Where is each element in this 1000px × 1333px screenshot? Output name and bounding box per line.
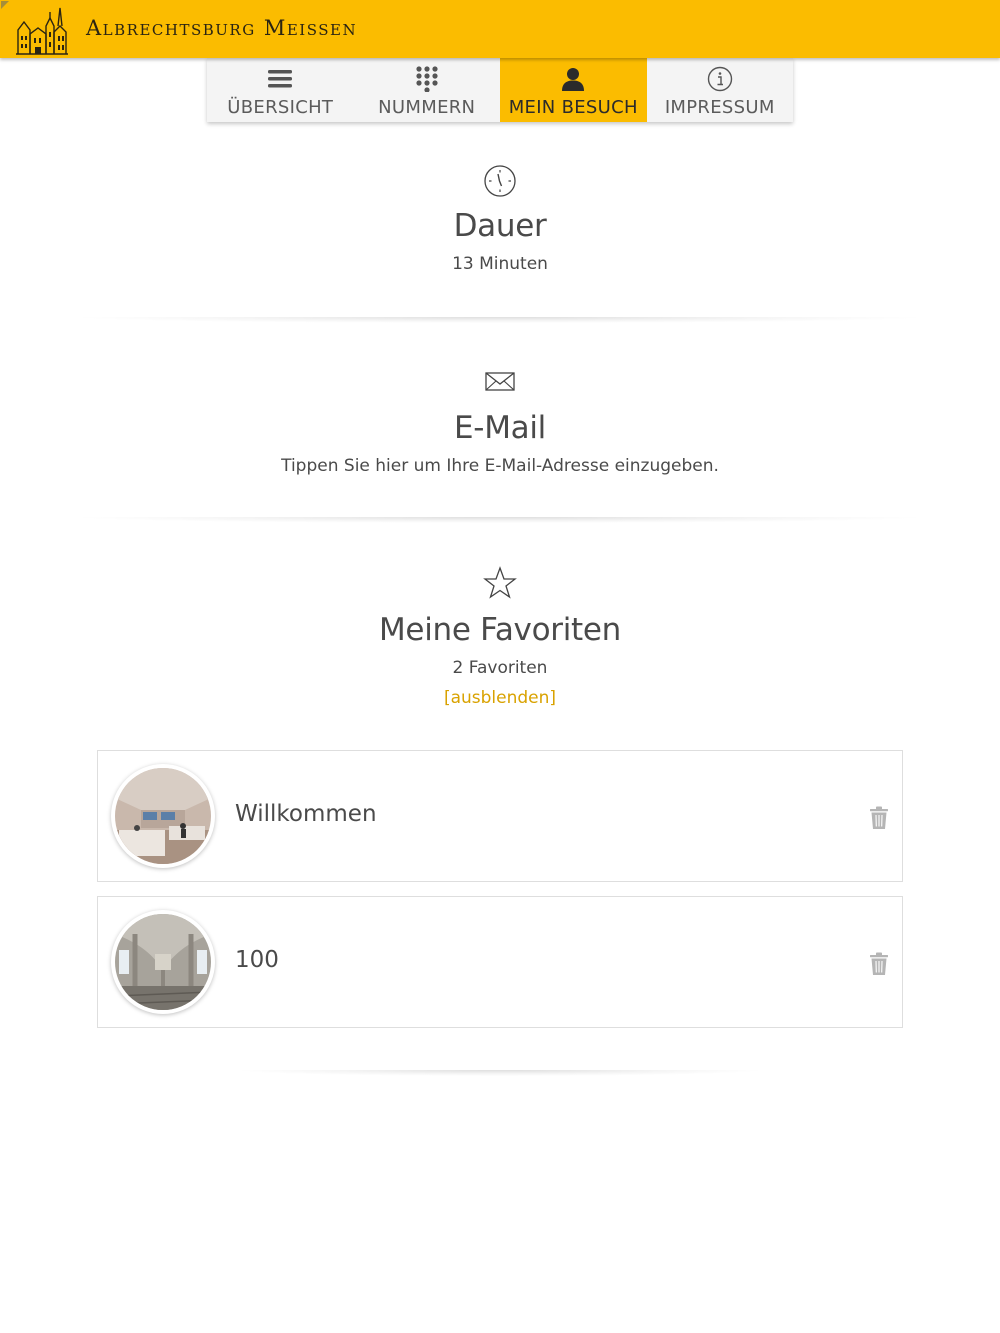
tab-label: NUMMERN	[378, 97, 476, 118]
person-icon	[562, 68, 585, 91]
clock-icon	[484, 165, 516, 197]
email-title: E-Mail	[454, 410, 546, 446]
reception-room-photo	[115, 768, 211, 864]
section-divider	[80, 517, 920, 523]
favorite-label: Willkommen	[235, 801, 377, 827]
tab-label: ÜBERSICHT	[227, 97, 334, 118]
favorite-item[interactable]: 100	[97, 896, 903, 1028]
favorite-thumbnail	[111, 764, 215, 868]
hide-favorites-link[interactable]: [ausblenden]	[0, 686, 1000, 710]
corner-marker-icon	[1, 1, 9, 9]
trash-icon[interactable]	[869, 952, 889, 976]
email-section[interactable]: E-Mail Tippen Sie hier um Ihre E-Mail-Ad…	[0, 370, 1000, 478]
favorite-item[interactable]: Willkommen	[97, 750, 903, 882]
tab-label: IMPRESSUM	[664, 97, 775, 118]
tab-mein-besuch[interactable]: MEIN BESUCH	[500, 58, 647, 122]
tab-nummern[interactable]: NUMMERN	[354, 58, 501, 122]
menu-icon	[268, 70, 293, 88]
favorite-thumbnail	[111, 910, 215, 1014]
favorites-section: Meine Favoriten 2 Favoriten [ausblenden]	[0, 566, 1000, 710]
trash-icon[interactable]	[869, 806, 889, 830]
tab-uebersicht[interactable]: ÜBERSICHT	[207, 58, 354, 122]
app-header: Albrechtsburg Meissen	[0, 0, 1000, 58]
section-divider	[80, 317, 920, 323]
tab-impressum[interactable]: IMPRESSUM	[647, 58, 794, 122]
info-icon	[707, 66, 732, 92]
duration-value: 13 Minuten	[452, 254, 548, 274]
tab-label: MEIN BESUCH	[508, 97, 638, 118]
tab-bar: ÜBERSICHT NUMMERN MEIN BESUCH IMPRESSUM	[207, 58, 793, 122]
castle-logo-icon	[16, 7, 68, 55]
favorites-count: 2 Favoriten	[452, 658, 548, 678]
keypad-icon	[416, 66, 438, 92]
section-divider	[240, 1070, 760, 1076]
favorite-label: 100	[235, 947, 279, 973]
email-hint[interactable]: Tippen Sie hier um Ihre E-Mail-Adresse e…	[0, 454, 1000, 478]
favorites-title: Meine Favoriten	[378, 612, 622, 648]
app-title: Albrechtsburg Meissen	[86, 16, 358, 40]
gothic-hall-photo	[114, 914, 212, 1010]
envelope-icon	[485, 372, 515, 391]
star-icon	[483, 566, 517, 599]
duration-title: Dauer	[453, 208, 547, 244]
duration-section: Dauer 13 Minuten	[0, 164, 1000, 276]
